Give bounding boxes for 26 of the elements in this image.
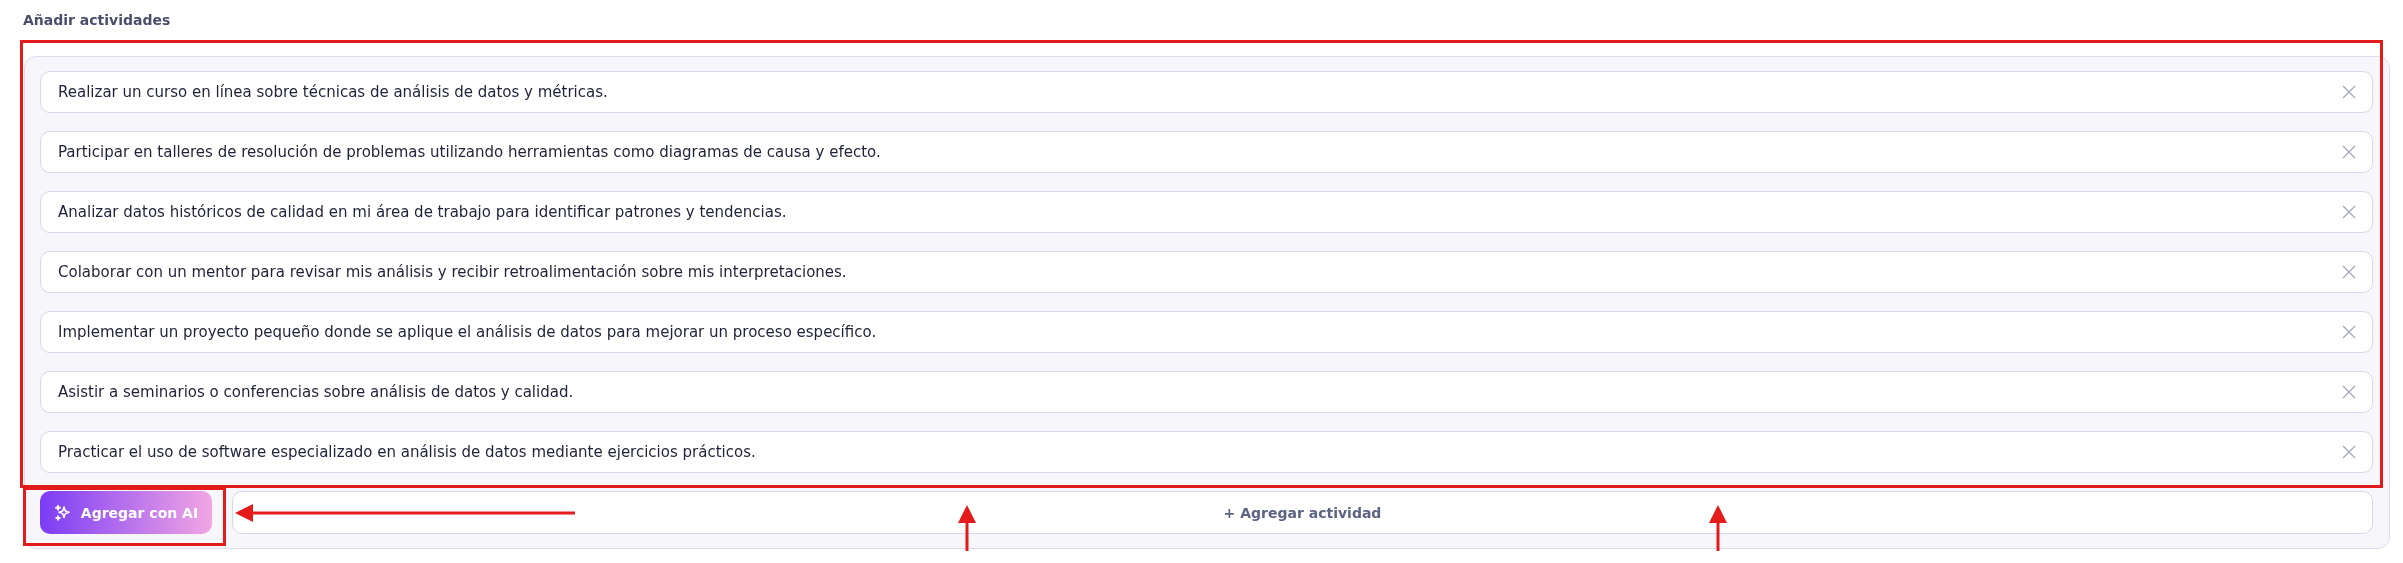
remove-button[interactable]	[2342, 385, 2356, 399]
activity-text: Participar en talleres de resolución de problemas utilizando herramientas como diagramas de causa y efecto.	[58, 143, 882, 161]
activity-field[interactable]: Implementar un proyecto pequeño donde se aplique el análisis de datos para mejorar un proceso específico.	[40, 311, 2373, 353]
activity-text: Realizar un curso en línea sobre técnicas de análisis de datos y métricas.	[58, 83, 609, 101]
remove-button[interactable]	[2342, 445, 2356, 459]
annotation-arrow	[1709, 505, 1727, 551]
activity-text: Asistir a seminarios o conferencias sobre análisis de datos y calidad.	[58, 383, 575, 401]
activity-field[interactable]: Practicar el uso de software especializado en análisis de datos mediante ejercicios prácticos.	[40, 431, 2373, 473]
activity-text: Analizar datos históricos de calidad en mi área de trabajo para identificar patrones y tendencias.	[58, 203, 788, 221]
activity-field[interactable]: Participar en talleres de resolución de problemas utilizando herramientas como diagramas de causa y efecto.	[40, 131, 2373, 173]
activity-field[interactable]: Realizar un curso en línea sobre técnicas de análisis de datos y métricas.	[40, 71, 2373, 113]
sparkles-icon	[53, 503, 72, 522]
activity-field[interactable]: Asistir a seminarios o conferencias sobre análisis de datos y calidad.	[40, 371, 2373, 413]
section-title: Añadir actividades	[22, 11, 172, 30]
activity-field[interactable]: Analizar datos históricos de calidad en mi área de trabajo para identificar patrones y tendencias.	[40, 191, 2373, 233]
remove-button[interactable]	[2342, 325, 2356, 339]
activity-text: Colaborar con un mentor para revisar mis análisis y recibir retroalimentación sobre mis interpretaciones.	[58, 263, 848, 281]
remove-button[interactable]	[2342, 145, 2356, 159]
activity-text: Implementar un proyecto pequeño donde se aplique el análisis de datos para mejorar un proceso específico.	[58, 323, 878, 341]
add-activity-button[interactable]: + Agregar actividad	[232, 491, 2373, 534]
remove-button[interactable]	[2342, 205, 2356, 219]
annotation-arrow	[958, 505, 976, 551]
remove-button[interactable]	[2342, 265, 2356, 279]
activity-field[interactable]: Colaborar con un mentor para revisar mis análisis y recibir retroalimentación sobre mis interpretaciones.	[40, 251, 2373, 293]
remove-button[interactable]	[2342, 85, 2356, 99]
activity-text: Practicar el uso de software especializado en análisis de datos mediante ejercicios prácticos.	[58, 443, 757, 461]
